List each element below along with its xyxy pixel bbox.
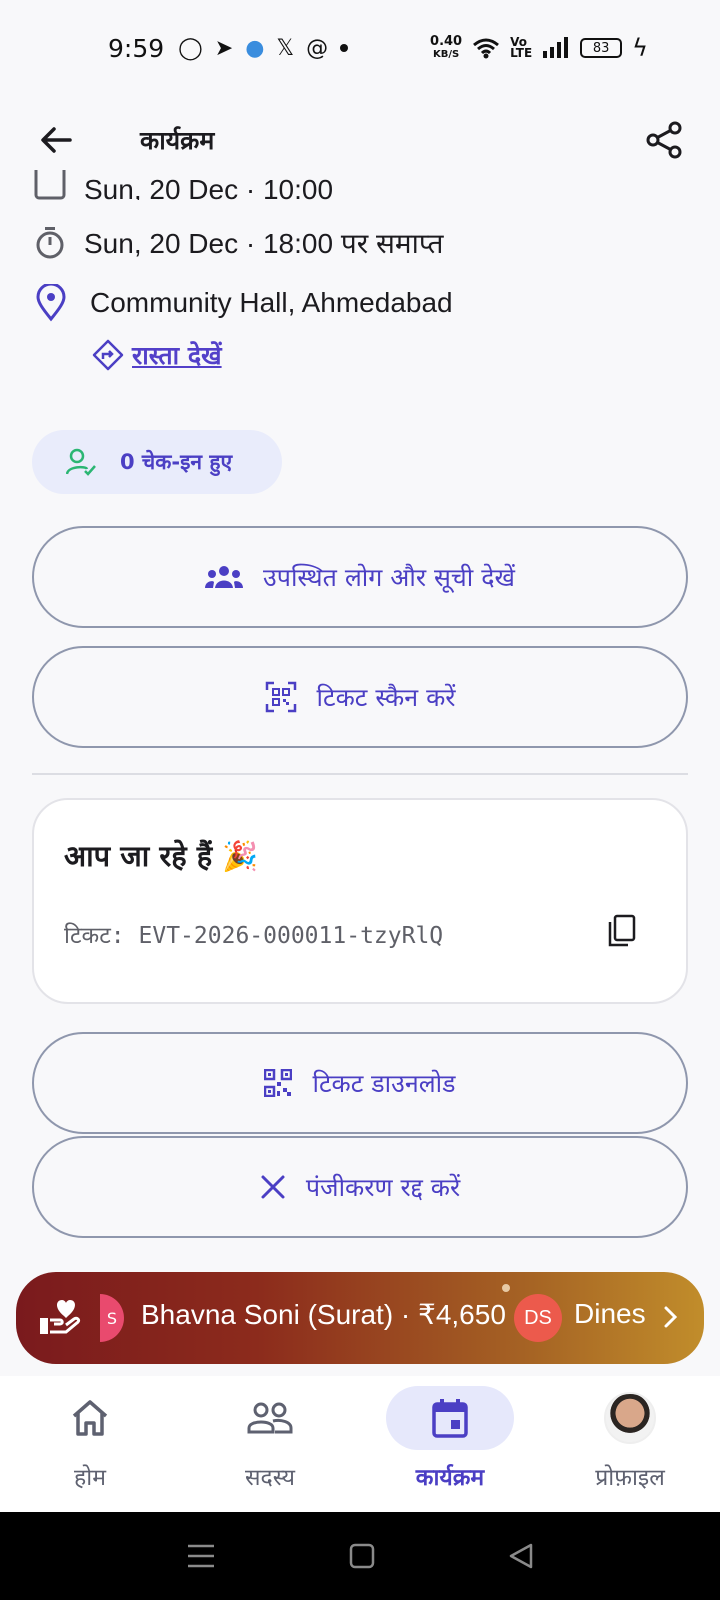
home-icon [72, 1400, 108, 1436]
download-ticket-label: टिकट डाउनलोड [312, 1069, 456, 1098]
scan-ticket-label: टिकट स्कैन करें [316, 683, 456, 712]
person-check-icon [66, 448, 96, 476]
donation-ticker[interactable]: S Bhavna Soni (Surat) · ₹4,650 DS Dinesh [16, 1272, 704, 1364]
qr-scan-icon [265, 681, 296, 713]
back-button[interactable] [32, 116, 80, 164]
copy-ticket-button[interactable] [606, 914, 636, 952]
page-title: कार्यक्रम [140, 126, 215, 155]
nav-profile-label: प्रोफ़ाइल [595, 1465, 665, 1491]
net-speed: 0.40 KB/S [430, 34, 463, 60]
system-navigation-bar [0, 1512, 720, 1600]
ticket-id-label: टिकट: [64, 923, 125, 949]
qr-code-icon [264, 1069, 293, 1097]
donation-entry: Bhavna Soni (Surat) · ₹4,650 [141, 1299, 506, 1330]
nav-members[interactable]: सदस्य [180, 1376, 360, 1512]
more-notifications-icon [340, 44, 349, 52]
section-divider [32, 773, 688, 775]
location-text: Community Hall, Ahmedabad [90, 287, 453, 318]
timer-icon [36, 227, 64, 259]
nav-members-label: सदस्य [244, 1465, 296, 1491]
threads-icon: @ [306, 35, 329, 61]
calendar-event-icon [432, 1399, 468, 1438]
back-triangle-icon[interactable] [508, 1542, 534, 1570]
location-pin-icon [36, 284, 66, 322]
view-attendees-label: उपस्थित लोग और सूची देखें [263, 563, 515, 592]
share-button[interactable] [640, 116, 688, 164]
signal-icon [543, 37, 569, 58]
app-notification-icon: ● [245, 35, 265, 61]
view-attendees-button[interactable]: उपस्थित लोग और सूची देखें [32, 526, 688, 628]
bottom-navigation: होम सदस्य कार्यक्रम प्रोफ़ाइल [0, 1376, 720, 1512]
start-date-text: Sun, 20 Dec · 10:00 [84, 174, 334, 200]
donation-heart-hand-icon [38, 1294, 82, 1342]
ticker-dot [502, 1284, 510, 1292]
copy-icon [608, 914, 636, 947]
nav-events-pill [386, 1386, 514, 1450]
telegram-icon: ➤ [214, 35, 234, 61]
donor-avatar: DS [514, 1294, 562, 1342]
start-date-row: Sun, 20 Dec · 10:00 [34, 170, 333, 200]
nav-home-label: होम [74, 1465, 106, 1491]
group-icon [247, 1402, 293, 1434]
status-time: 9:59 [108, 33, 165, 63]
end-date-text: Sun, 20 Dec · 18:00 पर समाप्त [84, 228, 444, 259]
nav-profile-pill [566, 1386, 694, 1450]
wifi-icon [473, 38, 500, 59]
cancel-registration-button[interactable]: पंजीकरण रद्द करें [32, 1136, 688, 1238]
notification-icons: ◯ ➤ ● 𝕏 @ [178, 35, 349, 61]
close-icon [261, 1175, 285, 1199]
charging-icon: ϟ [632, 34, 648, 62]
whatsapp-icon: ◯ [178, 35, 203, 61]
end-date-row: Sun, 20 Dec · 18:00 पर समाप्त [34, 224, 443, 262]
checkin-count-chip: 0 चेक-इन हुए [32, 430, 282, 494]
donation-entry-partial: Dinesh [574, 1298, 646, 1329]
menu-icon[interactable] [186, 1543, 216, 1569]
people-icon [205, 566, 244, 588]
status-right: 0.40 KB/S Vo LTE 83 ϟ [430, 34, 648, 62]
nav-events[interactable]: कार्यक्रम [360, 1376, 540, 1512]
scan-ticket-button[interactable]: टिकट स्कैन करें [32, 646, 688, 748]
nav-events-label: कार्यक्रम [415, 1465, 485, 1491]
calendar-icon [34, 170, 66, 200]
nav-members-pill [206, 1386, 334, 1450]
directions-label: रास्ता देखें [132, 341, 222, 370]
ticket-card: आप जा रहे हैं 🎉 टिकट: EVT-2026-000011-tz… [32, 798, 688, 1004]
ticket-id-value: EVT-2026-000011-tzyRlQ [138, 923, 444, 949]
battery-icon: 83 [580, 38, 623, 58]
ticket-id-line: टिकट: EVT-2026-000011-tzyRlQ [64, 918, 443, 950]
status-bar: 9:59 ◯ ➤ ● 𝕏 @ 0.40 KB/S Vo LTE 83 ϟ [0, 0, 720, 96]
nav-home[interactable]: होम [0, 1376, 180, 1512]
directions-link[interactable]: रास्ता देखें [92, 338, 222, 372]
cancel-registration-label: पंजीकरण रद्द करें [305, 1173, 461, 1202]
checkin-count-label: 0 चेक-इन हुए [120, 450, 233, 474]
nav-home-pill [26, 1386, 154, 1450]
download-ticket-button[interactable]: टिकट डाउनलोड [32, 1032, 688, 1134]
volte-icon: Vo LTE [510, 35, 533, 60]
directions-icon [92, 339, 124, 371]
donor-avatar-partial: S [100, 1294, 124, 1342]
nav-profile[interactable]: प्रोफ़ाइल [540, 1376, 720, 1512]
home-square-icon[interactable] [349, 1543, 375, 1569]
arrow-left-icon [41, 127, 72, 153]
x-icon: 𝕏 [276, 35, 295, 61]
share-icon [646, 121, 682, 159]
ticket-card-heading: आप जा रहे हैं 🎉 [64, 839, 259, 873]
profile-avatar [604, 1392, 656, 1444]
location-row: Community Hall, Ahmedabad [34, 284, 453, 322]
chevron-right-icon[interactable] [660, 1300, 682, 1338]
